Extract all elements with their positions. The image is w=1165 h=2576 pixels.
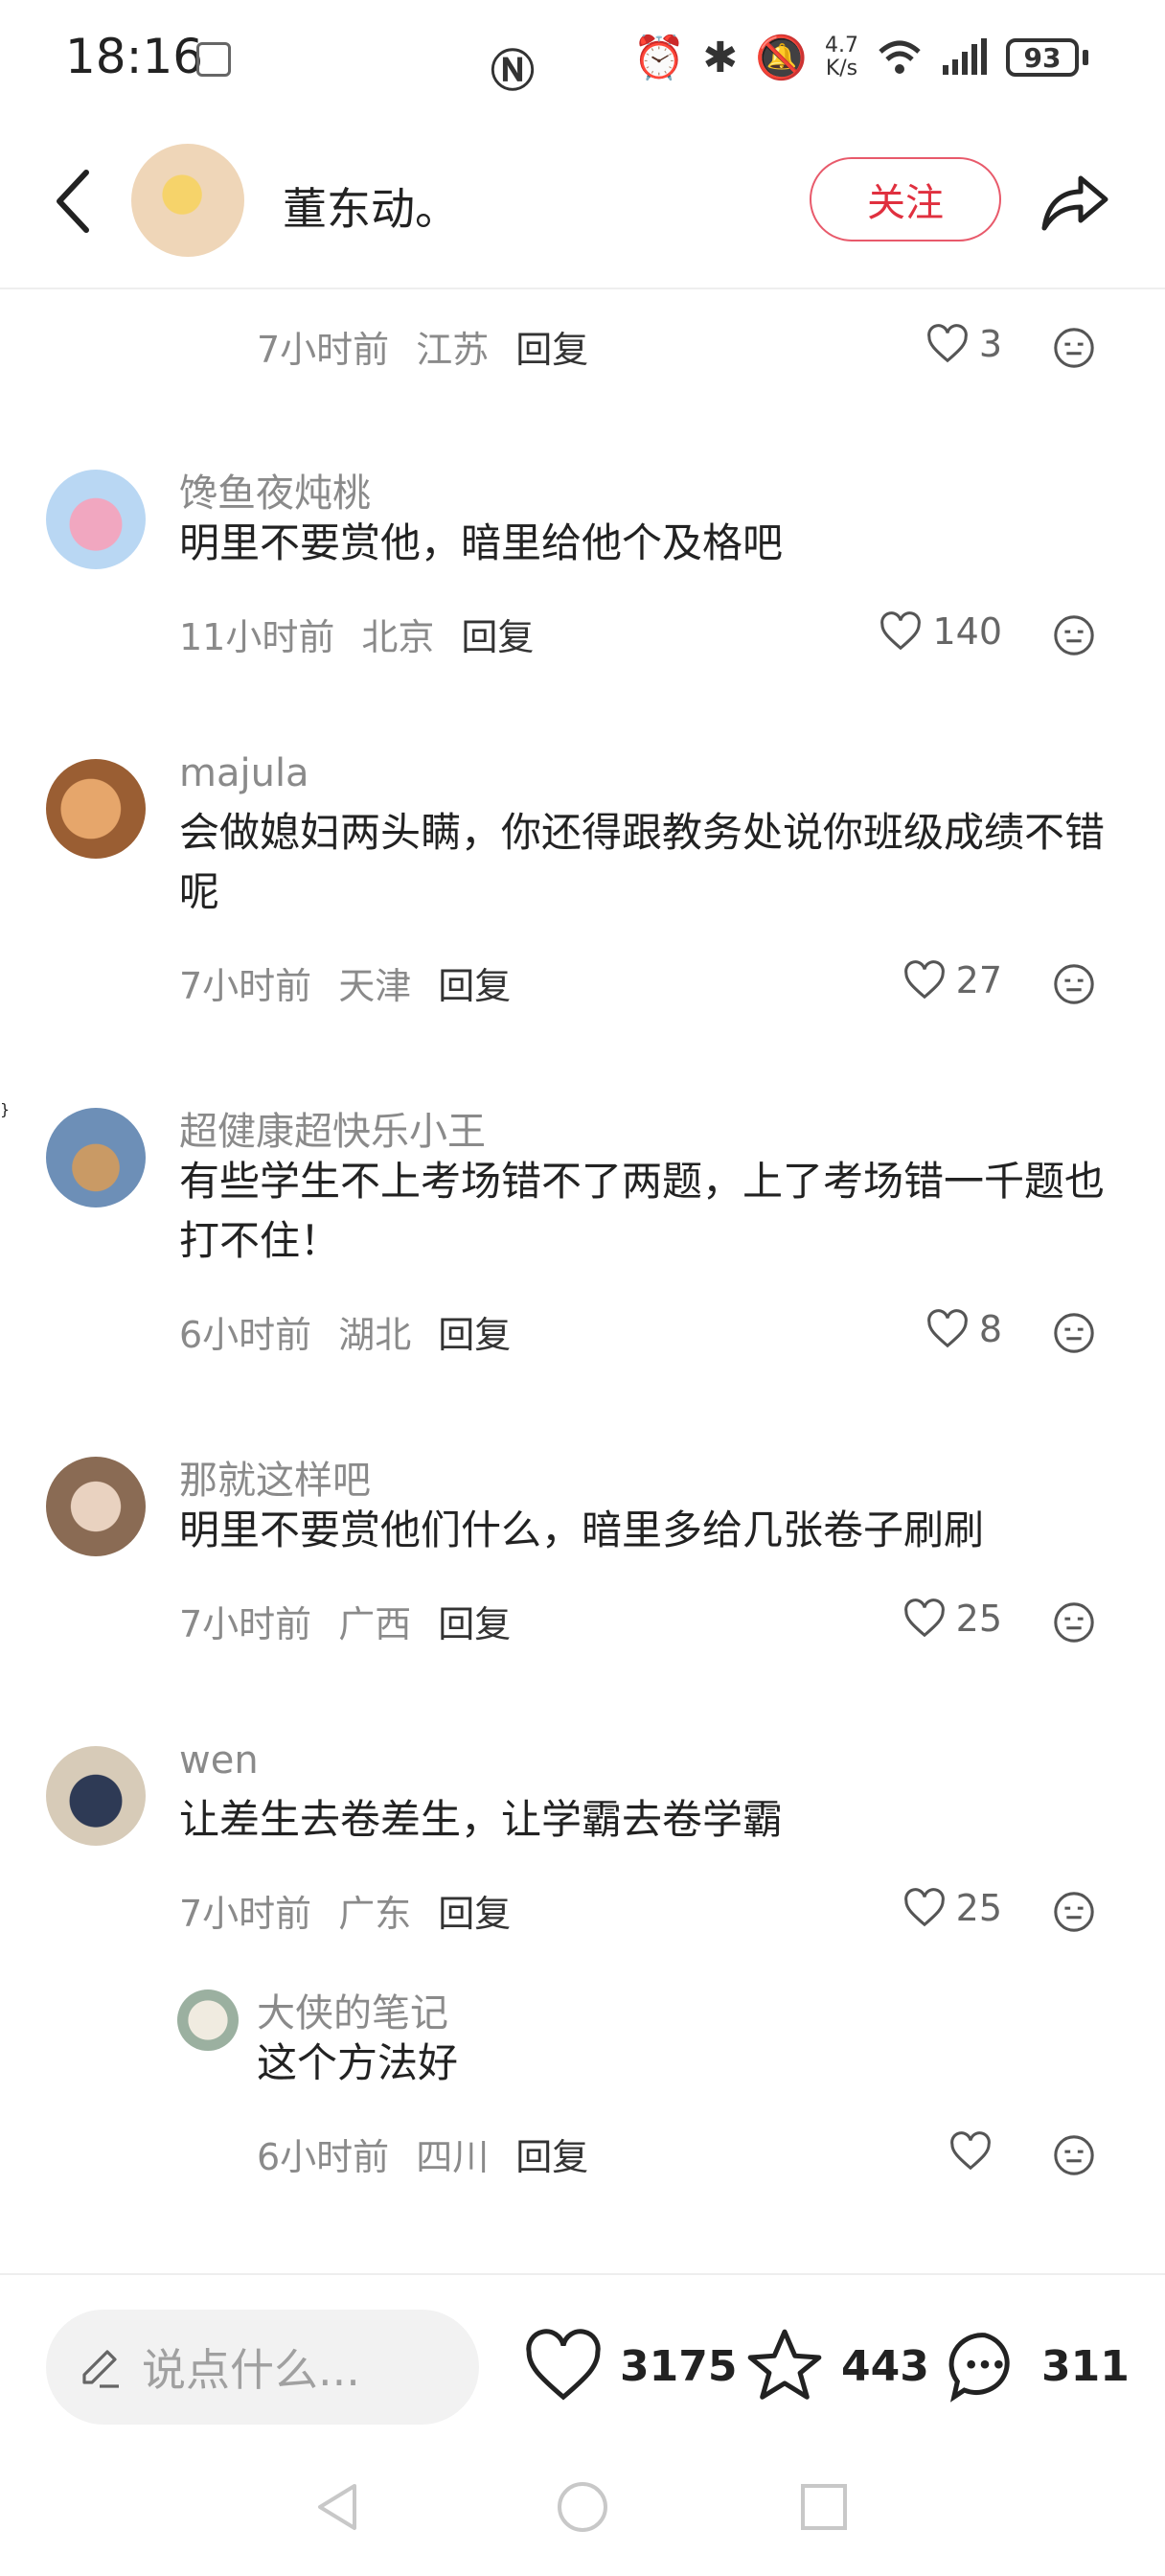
comment-meta: 7小时前 广西 回复 (179, 1595, 511, 1647)
battery-icon: 93 (1006, 38, 1079, 77)
reply-button[interactable]: 回复 (438, 956, 511, 1009)
comment-meta: 11小时前 北京 回复 (179, 608, 534, 660)
heart-icon (926, 1309, 968, 1348)
comment-username[interactable]: majula (179, 751, 309, 795)
status-time: 18:16 (65, 29, 204, 84)
reply-button[interactable]: 回复 (438, 1305, 511, 1358)
emoji-react-icon[interactable] (1052, 1600, 1096, 1644)
nav-home-icon[interactable] (554, 2478, 611, 2536)
comment-meta: 6小时前 湖北 回复 (179, 1305, 511, 1358)
reply-button[interactable]: 回复 (461, 608, 534, 660)
user-avatar[interactable] (46, 470, 146, 569)
heart-icon (903, 960, 945, 1000)
heart-icon (926, 324, 968, 363)
heart-icon (903, 1888, 945, 1927)
status-bar: 18:16 Ⓝ ⏰ ✱ 🔕 4.7 K/s 93 (0, 0, 1165, 115)
net-speed: 4.7 K/s (825, 34, 858, 80)
pencil-icon (82, 2350, 119, 2388)
status-icons: ⏰ ✱ 🔕 4.7 K/s 93 (633, 29, 1088, 86)
comment-meta: 7小时前 广东 回复 (179, 1884, 511, 1937)
nfc-icon: Ⓝ (491, 45, 535, 97)
reply-button[interactable]: 回复 (438, 1595, 511, 1647)
comment-username[interactable]: 超健康超快乐小王 (179, 1100, 486, 1156)
comment-count: 311 (1041, 2341, 1130, 2391)
comment-text: 明里不要赏他们什么，暗里多给几张卷子刷刷 (179, 1506, 985, 1553)
nav-back-icon[interactable] (308, 2478, 366, 2536)
post-header: 董东动。 关注 (0, 134, 1165, 289)
like-button[interactable]: 25 (902, 1886, 1002, 1930)
follow-button[interactable]: 关注 (810, 157, 1001, 242)
comment-text: 有些学生不上考场错不了两题，上了考场错一千题也打不住！ (179, 1158, 1106, 1264)
alarm-icon: ⏰ (632, 34, 686, 82)
comment-text: 这个方法好 (257, 2039, 459, 2086)
comment-text: 明里不要赏他，暗里给他个及格吧 (179, 519, 784, 566)
wifi-icon (879, 40, 921, 74)
comments-button[interactable]: 311 (944, 2325, 1130, 2407)
like-count: 3175 (620, 2341, 738, 2391)
comment-meta: 6小时前 四川 回复 (257, 2128, 588, 2180)
user-avatar[interactable] (46, 759, 146, 859)
emoji-react-icon[interactable] (1052, 326, 1096, 370)
like-button[interactable] (948, 2129, 1002, 2174)
like-post-button[interactable]: 3175 (522, 2325, 737, 2407)
author-avatar[interactable] (131, 144, 244, 257)
user-avatar[interactable] (46, 1108, 146, 1208)
comment-text: 会做媳妇两头瞒，你还得跟教务处说你班级成绩不错呢 (179, 809, 1106, 915)
like-button[interactable]: 25 (902, 1597, 1002, 1641)
like-button[interactable]: 3 (925, 322, 1002, 366)
comment-text: 让差生去卷差生，让学霸去卷学霸 (179, 1796, 784, 1843)
gallery-icon (196, 42, 231, 77)
mute-icon: 🔕 (755, 34, 808, 82)
bottom-action-bar: 说点什么... 3175 443 311 (0, 2273, 1165, 2448)
share-icon[interactable] (1035, 163, 1111, 240)
comment-username[interactable]: 大侠的笔记 (257, 1982, 448, 2037)
comment-item: 超健康超快乐小王 有些学生不上考场错不了两题，上了考场错一千题也打不住！ 6小时… (0, 1100, 1165, 1356)
back-arrow-icon[interactable] (38, 163, 115, 240)
emoji-react-icon[interactable] (1052, 1311, 1096, 1355)
battery-nub (1083, 50, 1088, 65)
system-nav-bar (0, 2446, 1165, 2576)
like-button[interactable]: 140 (879, 610, 1002, 654)
comment-input[interactable]: 说点什么... (46, 2310, 479, 2425)
reply-button[interactable]: 回复 (438, 1884, 511, 1937)
user-avatar[interactable] (46, 1457, 146, 1556)
heart-icon (526, 2329, 601, 2401)
reply-button[interactable]: 回复 (515, 320, 588, 373)
user-avatar[interactable] (46, 1746, 146, 1846)
emoji-react-icon[interactable] (1052, 613, 1096, 657)
comment-meta: 7小时前 江苏 回复 (257, 320, 588, 373)
bluetooth-icon: ✱ (702, 33, 739, 82)
author-name[interactable]: 董东动。 (283, 174, 459, 238)
favorite-button[interactable]: 443 (743, 2325, 929, 2407)
emoji-react-icon[interactable] (1052, 2133, 1096, 2177)
comment-meta: 7小时前 天津 回复 (179, 956, 511, 1009)
emoji-react-icon[interactable] (1052, 1890, 1096, 1934)
heart-icon (880, 611, 922, 651)
comment-username[interactable]: 那就这样吧 (179, 1449, 371, 1505)
star-icon (747, 2329, 822, 2400)
heart-icon (903, 1598, 945, 1638)
comment-input-placeholder: 说点什么... (142, 2344, 360, 2396)
user-avatar[interactable] (177, 1990, 239, 2051)
favorite-count: 443 (841, 2341, 929, 2391)
emoji-react-icon[interactable] (1052, 962, 1096, 1006)
comment-list[interactable]: 7小时前 江苏 回复 3 馋鱼夜炖桃 明里不要赏他，暗里给他个及格吧 11小时前… (0, 289, 1165, 2273)
reply-button[interactable]: 回复 (515, 2128, 588, 2180)
comment-username[interactable]: 馋鱼夜炖桃 (179, 462, 371, 518)
like-button[interactable]: 8 (925, 1307, 1002, 1351)
like-button[interactable]: 27 (902, 958, 1002, 1002)
chat-bubble-icon (948, 2333, 1010, 2403)
nav-recent-apps-icon[interactable] (795, 2478, 853, 2536)
comment-username[interactable]: wen (179, 1738, 259, 1782)
signal-icon (943, 38, 987, 75)
heart-icon (950, 2131, 991, 2171)
